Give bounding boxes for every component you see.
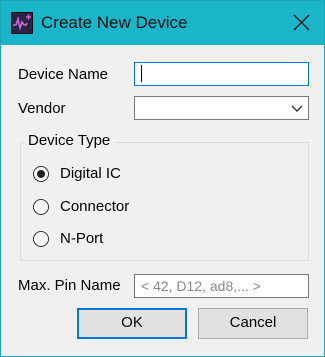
create-device-dialog: Create New Device Device Name Vendor Dev…: [0, 0, 325, 357]
device-type-label: Device Type: [24, 132, 115, 150]
close-button[interactable]: [279, 1, 324, 45]
chevron-down-icon: [291, 105, 303, 112]
radio-button[interactable]: [33, 231, 49, 247]
radio-label: Digital IC: [60, 165, 121, 182]
radio-button[interactable]: [33, 199, 49, 215]
radio-selected-dot: [37, 170, 45, 178]
ok-button[interactable]: OK: [77, 308, 187, 339]
max-pin-name-label: Max. Pin Name: [18, 277, 121, 294]
radio-button[interactable]: [33, 166, 49, 182]
app-logo-icon: [11, 12, 33, 34]
vendor-label: Vendor: [18, 100, 66, 117]
vendor-dropdown[interactable]: [134, 96, 309, 120]
device-name-label: Device Name: [18, 66, 109, 83]
cancel-button[interactable]: Cancel: [198, 308, 308, 339]
close-icon: [293, 14, 310, 31]
radio-label: Connector: [60, 198, 130, 215]
text-caret: [141, 65, 142, 82]
title-bar: Create New Device: [1, 1, 324, 45]
radio-label: N-Port: [60, 230, 104, 247]
max-pin-name-input[interactable]: [134, 274, 309, 298]
device-name-input[interactable]: [134, 62, 309, 86]
dialog-title: Create New Device: [41, 13, 188, 32]
